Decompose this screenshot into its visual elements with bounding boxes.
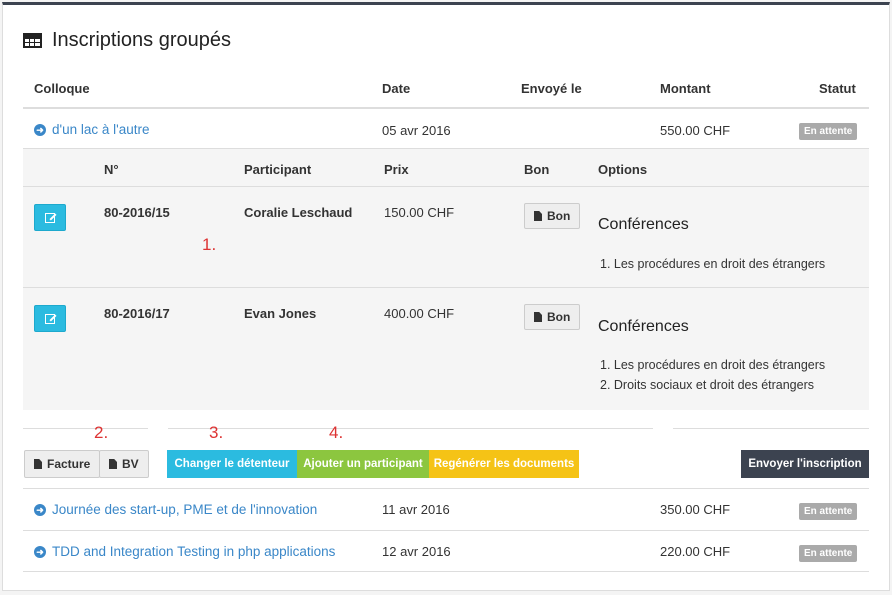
participant-price: 150.00 CHF: [384, 205, 455, 220]
bon-label: Bon: [547, 209, 571, 223]
table-row-link[interactable]: ➜ Journée des start-up, PME et de l'inno…: [34, 502, 317, 517]
participant-name: Coralie Leschaud: [244, 205, 353, 220]
subcol-options: Options: [598, 162, 648, 177]
add-participant-button[interactable]: Ajouter un participant: [297, 450, 429, 478]
divider: [23, 428, 148, 429]
row-name: d'un lac à l'autre: [52, 122, 150, 137]
file-icon: [109, 459, 117, 469]
option-item: 1. Les procédures en droit des étrangers: [600, 358, 826, 372]
panel-title: Inscriptions groupés: [23, 29, 231, 52]
facture-label: Facture: [47, 457, 91, 471]
status-badge: En attente: [799, 503, 858, 520]
row-date: 12 avr 2016: [382, 544, 451, 559]
edit-icon: [45, 212, 55, 223]
divider: [23, 186, 869, 187]
row-amount: 550.00 CHF: [660, 123, 731, 138]
row-name: Journée des start-up, PME et de l'innova…: [52, 502, 318, 517]
row-date: 11 avr 2016: [382, 502, 450, 517]
arrow-circle-icon: ➜: [34, 545, 46, 558]
option-text: Les procédures en droit des étrangers: [613, 257, 826, 271]
table-row-link[interactable]: ➜ d'un lac à l'autre: [34, 122, 149, 137]
row-amount: 220.00 CHF: [660, 544, 731, 559]
facture-button[interactable]: Facture: [24, 450, 101, 478]
edit-participant-button[interactable]: [34, 305, 66, 332]
file-icon: [534, 211, 542, 221]
col-date: Date: [382, 81, 411, 96]
participant-num: 80-2016/17: [104, 306, 170, 321]
row-date: 05 avr 2016: [382, 123, 451, 138]
annotation-4: 4.: [329, 423, 344, 442]
arrow-circle-icon: ➜: [34, 503, 46, 516]
divider: [673, 428, 869, 429]
divider: [168, 428, 653, 429]
table-icon: [23, 33, 42, 48]
subcol-prix: Prix: [384, 162, 409, 177]
header-divider: [23, 107, 869, 109]
divider: [23, 571, 869, 572]
status-badge: En attente: [799, 123, 858, 140]
bon-button[interactable]: Bon: [524, 304, 581, 330]
divider: [23, 287, 869, 288]
file-icon: [534, 312, 542, 322]
col-montant: Montant: [660, 81, 711, 96]
option-text: Les procédures en droit des étrangers: [613, 358, 826, 372]
edit-icon: [45, 313, 55, 324]
option-item: 2. Droits sociaux et droit des étrangers: [600, 378, 814, 392]
annotation-1: 1.: [202, 235, 217, 254]
bon-button[interactable]: Bon: [524, 203, 581, 229]
annotation-3: 3.: [209, 423, 224, 442]
arrow-circle-icon: ➜: [34, 123, 46, 136]
group-registrations-panel: Inscriptions groupés Colloque Date Envoy…: [2, 2, 890, 591]
panel-title-text: Inscriptions groupés: [52, 29, 231, 51]
row-name: TDD and Integration Testing in php appli…: [52, 544, 336, 559]
row-amount: 350.00 CHF: [660, 502, 731, 517]
options-title: Conférences: [598, 216, 689, 233]
file-icon: [34, 459, 42, 469]
change-holder-button[interactable]: Changer le détenteur: [167, 450, 297, 478]
edit-participant-button[interactable]: [34, 204, 66, 231]
bv-button[interactable]: BV: [99, 450, 149, 478]
col-statut: Statut: [819, 81, 856, 96]
bon-label: Bon: [547, 310, 571, 324]
subcol-participant: Participant: [244, 162, 312, 177]
send-registration-button[interactable]: Envoyer l'inscription: [741, 450, 869, 478]
status-badge: En attente: [799, 545, 858, 562]
participant-name: Evan Jones: [244, 306, 317, 321]
subcol-num: N°: [104, 162, 119, 177]
regenerate-documents-button[interactable]: Regénérer les documents: [429, 450, 579, 478]
participant-price: 400.00 CHF: [384, 306, 455, 321]
annotation-2: 2.: [94, 423, 109, 442]
bv-label: BV: [122, 457, 139, 471]
divider: [23, 148, 869, 149]
col-colloque: Colloque: [34, 81, 90, 96]
col-envoye: Envoyé le: [521, 81, 582, 96]
table-row-link[interactable]: ➜ TDD and Integration Testing in php app…: [34, 544, 335, 559]
participant-num: 80-2016/15: [104, 205, 170, 220]
divider: [23, 488, 869, 489]
option-text: Droits sociaux et droit des étrangers: [613, 378, 814, 392]
divider: [23, 530, 869, 531]
option-item: 1. Les procédures en droit des étrangers: [600, 257, 826, 271]
options-title: Conférences: [598, 318, 689, 335]
subcol-bon: Bon: [524, 162, 550, 177]
